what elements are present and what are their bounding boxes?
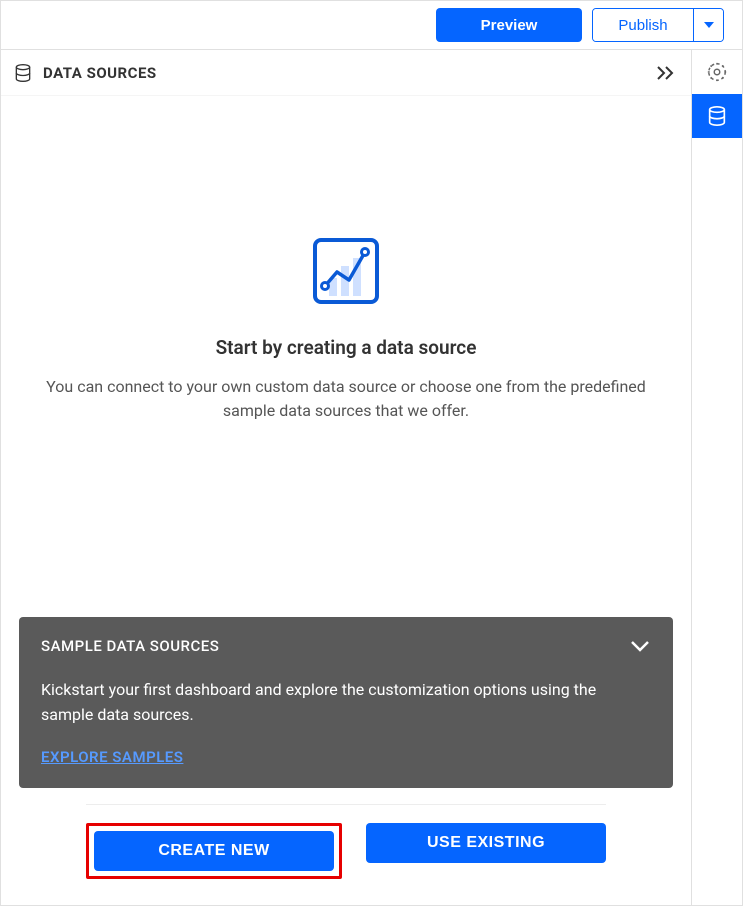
data-sources-tab[interactable] [692, 94, 742, 138]
empty-state-title: Start by creating a data source [216, 336, 477, 359]
explore-samples-link[interactable]: EXPLORE SAMPLES [41, 748, 183, 766]
top-toolbar: Preview Publish [0, 0, 743, 50]
empty-state: Start by creating a data source You can … [1, 96, 691, 905]
panel-header: DATA SOURCES [1, 50, 691, 96]
highlight-create-new: CREATE NEW [86, 823, 342, 879]
publish-button-group: Publish [592, 8, 724, 42]
use-existing-button[interactable]: USE EXISTING [366, 823, 606, 863]
data-sources-panel: DATA SOURCES Start by creating [1, 50, 692, 905]
sample-card-header[interactable]: SAMPLE DATA SOURCES [41, 637, 651, 655]
empty-state-description: You can connect to your own custom data … [19, 375, 673, 423]
chevron-double-right-icon [655, 65, 675, 81]
create-new-button[interactable]: CREATE NEW [94, 831, 334, 871]
collapse-panel-button[interactable] [651, 61, 679, 85]
chart-illustration-icon [311, 236, 381, 306]
preview-button[interactable]: Preview [436, 8, 582, 42]
right-sidebar [692, 50, 742, 905]
footer-actions: CREATE NEW USE EXISTING [86, 804, 606, 905]
chevron-down-icon [629, 639, 651, 653]
database-icon [706, 105, 728, 127]
gear-icon [706, 61, 728, 83]
sample-card-title: SAMPLE DATA SOURCES [41, 637, 219, 655]
database-icon [13, 63, 33, 83]
sample-data-sources-card: SAMPLE DATA SOURCES Kickstart your first… [19, 617, 673, 788]
caret-down-icon [704, 22, 714, 28]
publish-dropdown-button[interactable] [693, 9, 723, 41]
publish-button[interactable]: Publish [593, 9, 693, 41]
panel-title: DATA SOURCES [43, 64, 651, 82]
settings-tab[interactable] [692, 50, 742, 94]
sample-card-description: Kickstart your first dashboard and explo… [41, 677, 651, 728]
